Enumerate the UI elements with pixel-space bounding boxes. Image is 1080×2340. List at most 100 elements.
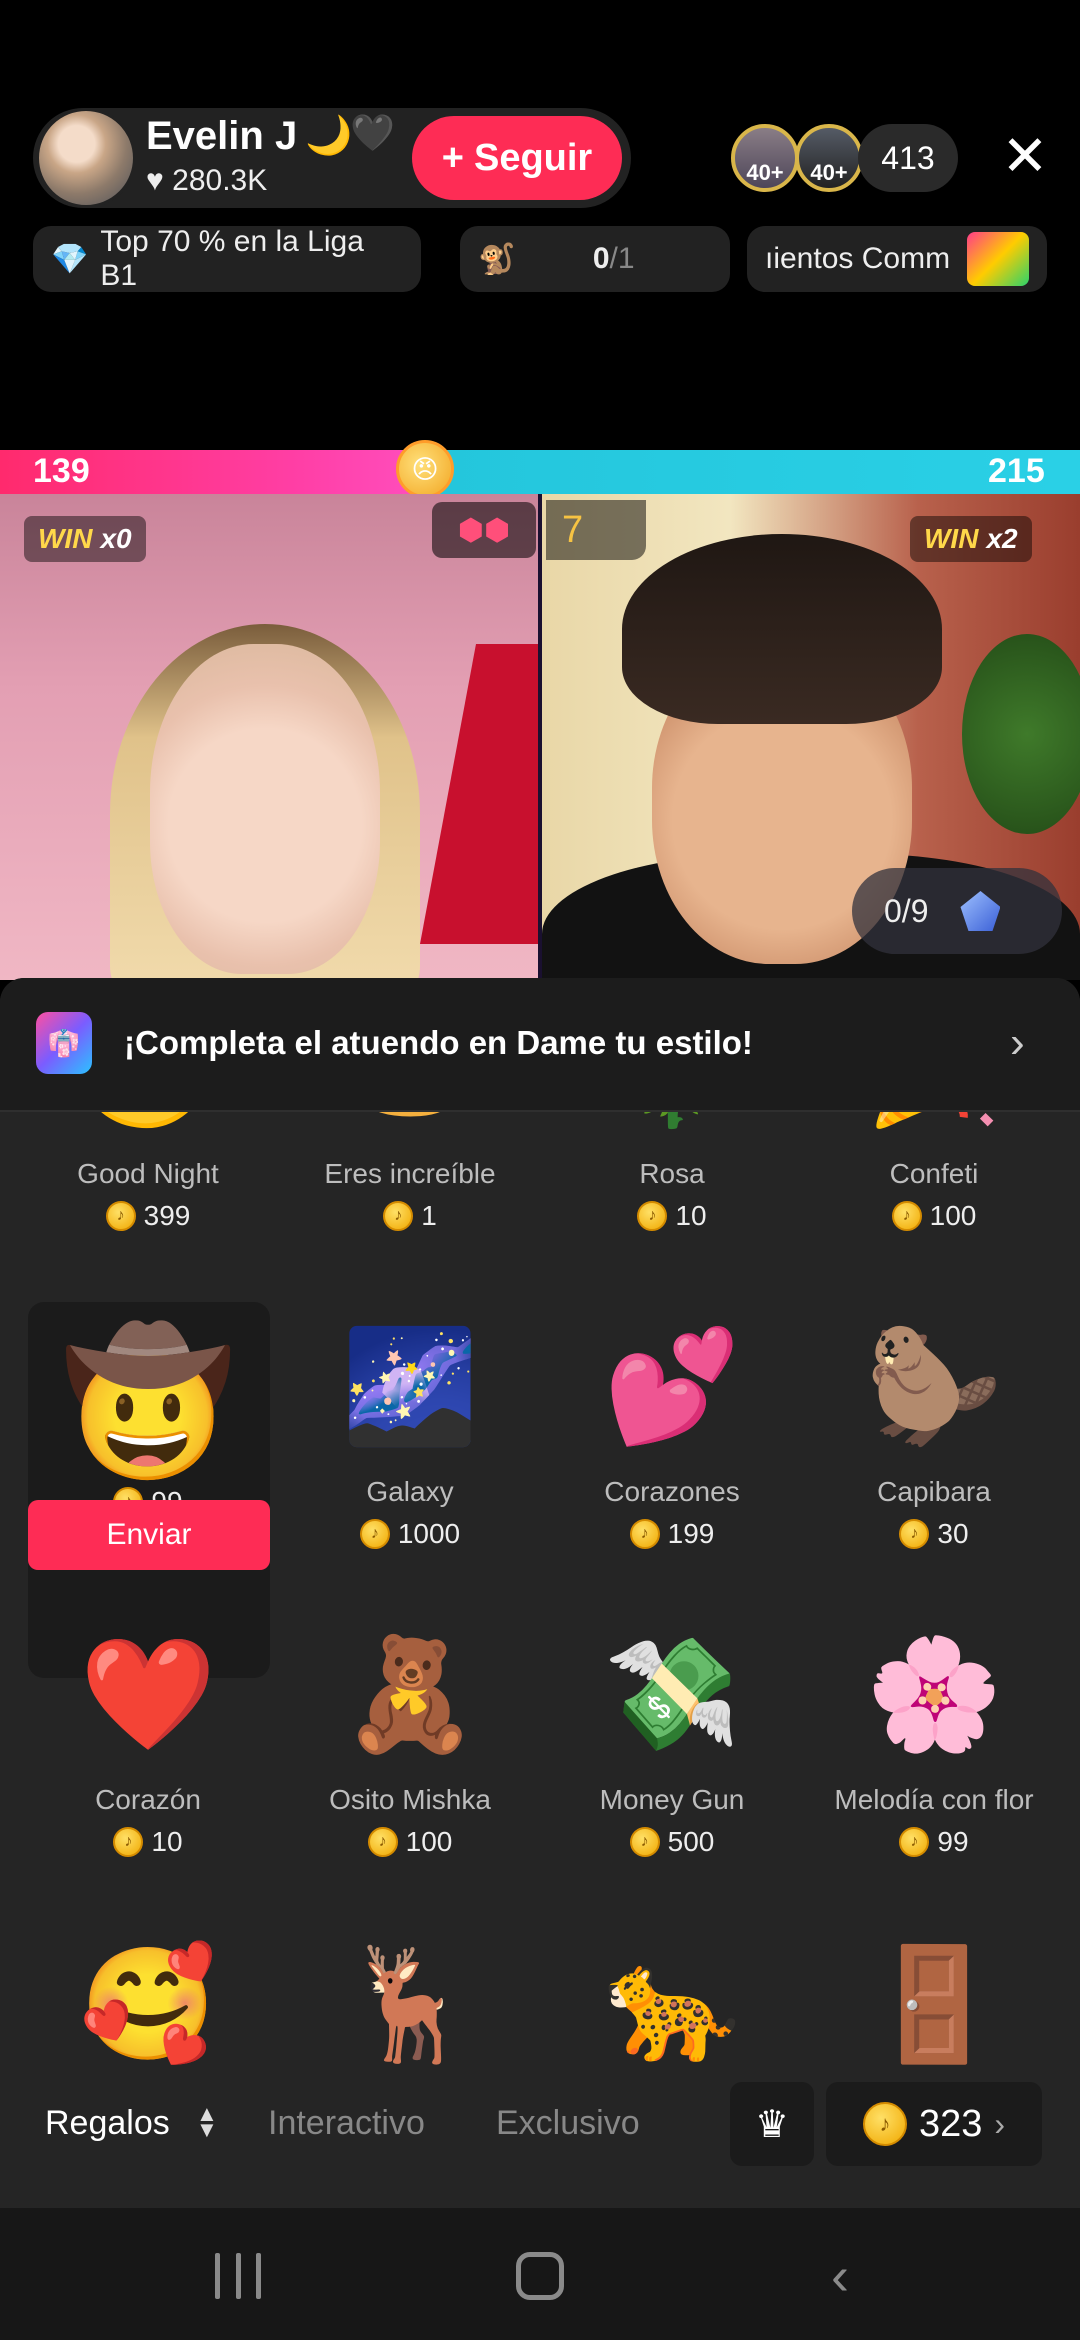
gift-item[interactable]: ❤️ Corazón ♪ 10 [17, 1620, 279, 1858]
gift-image-icon: 🌙 [73, 1112, 223, 1144]
tab-interactivo[interactable]: Interactivo [268, 2104, 425, 2143]
gift-item[interactable]: 🍩 Eres increíble ♪1 [279, 1112, 541, 1232]
chevron-right-icon: › [994, 2105, 1006, 2142]
gift-item[interactable]: 🐆 [541, 1930, 803, 2080]
gift-item[interactable]: 🤠♪99 [17, 1312, 279, 1518]
event-text: ıientos Comm [765, 242, 951, 275]
host-video-left[interactable] [0, 494, 538, 980]
gift-item[interactable]: 🌹 Rosa ♪10 [541, 1112, 803, 1232]
gift-price-value: 10 [675, 1200, 707, 1231]
tab-exclusivo[interactable]: Exclusivo [496, 2104, 640, 2143]
league-rank-pill[interactable]: 💎 Top 70 % en la Liga B1 [33, 225, 421, 292]
gift-name: Money Gun [599, 1784, 745, 1815]
event-pill[interactable]: ıientos Comm [747, 226, 1047, 292]
gift-image-icon: 💕 [603, 1325, 741, 1448]
gift-item[interactable]: 💕 Corazones ♪ 199 [541, 1312, 803, 1550]
gift-price: ♪99 [803, 1826, 1065, 1858]
angry-face-icon: 😠 [396, 440, 454, 498]
top-viewer-avatar-1[interactable]: 40+ [731, 124, 799, 192]
gift-item[interactable]: 🚪 [803, 1930, 1065, 2080]
viewer-level-badge: 40+ [746, 160, 784, 185]
sort-icon[interactable]: ▲ ▼ [196, 2103, 218, 2141]
task-progress-text: 0/9 [884, 892, 929, 929]
host-avatar[interactable] [36, 108, 136, 208]
league-rank-text: Top 70 % en la Liga B1 [100, 225, 364, 292]
coin-icon: ♪ [359, 1519, 390, 1549]
goal-progress-pill[interactable]: 🐒 0/1 [460, 226, 730, 292]
outfit-icon: 👘 [36, 1012, 92, 1074]
gift-price: ♪ 500 [541, 1826, 803, 1858]
gift-name: Confeti [889, 1158, 979, 1189]
gift-price: ♪ 10 [17, 1826, 279, 1858]
gift-image-icon: 💸 [603, 1633, 741, 1756]
gift-item[interactable]: 🌌 Galaxy ♪ 1000 [279, 1312, 541, 1550]
event-logo-icon [967, 232, 1029, 286]
gift-price: ♪ 1 [279, 1200, 541, 1232]
battle-score-right: 215 [988, 452, 1045, 490]
gift-image-icon: 🦌 [341, 1943, 479, 2066]
gift-price: ♪ 100 [803, 1200, 1065, 1232]
gift-image-icon: 🚪 [865, 1943, 1003, 2066]
crown-icon[interactable]: ♛ [730, 2082, 814, 2166]
battle-vs-icon: ⬢⬢ [432, 502, 536, 558]
gift-item[interactable]: 🦫 Capibara ♪ 30 [803, 1312, 1065, 1550]
gift-item[interactable]: 🎉 Confeti ♪100 [803, 1112, 1065, 1232]
gift-item[interactable]: 🌸 Melodía con flor ♪ 99 [803, 1620, 1065, 1858]
plus-icon: + [441, 136, 464, 179]
gift-image-icon: 🤠 [60, 1323, 236, 1480]
follow-button[interactable]: + Seguir [412, 116, 622, 200]
gift-image-icon: 🌹 [597, 1112, 747, 1144]
gift-item[interactable]: 💸 Money Gun ♪ 500 [541, 1620, 803, 1858]
gift-price-value: 500 [667, 1826, 715, 1857]
background-decor [420, 644, 538, 944]
task-progress-pill[interactable]: 0/9 [852, 868, 1062, 954]
viewer-level-badge: 40+ [810, 160, 848, 185]
gift-name: Rosa [639, 1158, 705, 1189]
coin-icon: ♪ [899, 1827, 930, 1857]
top-viewer-avatar-2[interactable]: 40+ [795, 124, 863, 192]
gift-item[interactable]: 🧸 Osito Mishka ♪ 100 [279, 1620, 541, 1858]
coin-icon: ♪ [629, 1827, 660, 1857]
coin-icon: ♪ [899, 1519, 930, 1549]
person-face [150, 644, 380, 974]
gift-image-icon: 🌸 [865, 1633, 1003, 1756]
viewer-count[interactable]: 413 [858, 124, 958, 192]
coin-icon: ♪ [862, 2102, 907, 2146]
gift-name: Galaxy [366, 1476, 454, 1507]
gift-name: Eres increíble [324, 1158, 496, 1189]
battle-score-left: 139 [33, 452, 90, 490]
close-icon[interactable]: ✕ [995, 126, 1055, 186]
gift-price: ♪ 30 [803, 1518, 1065, 1550]
coin-balance: 323 [918, 2102, 983, 2145]
coin-icon: ♪ [113, 1827, 144, 1857]
gift-item[interactable]: 🦌 [279, 1930, 541, 2080]
gift-image-icon: 🌌 [341, 1325, 479, 1448]
gift-grid: 🌙Good Night♪399🍩Eres increíble♪1🌹Rosa♪10… [0, 1112, 1080, 2082]
coin-icon: ♪ [367, 1827, 398, 1857]
home-icon[interactable] [500, 2236, 580, 2316]
gift-price-value: 100 [405, 1826, 453, 1857]
gift-item[interactable]: 🌙 Good Night ♪399 [17, 1112, 279, 1232]
recent-apps-icon[interactable] [198, 2236, 278, 2316]
gift-image-icon: 🍩 [335, 1112, 485, 1144]
gift-price-value: 100 [929, 1200, 977, 1231]
gift-image-icon: 🥰 [79, 1943, 217, 2066]
diamond-icon: 💎 [51, 242, 89, 276]
host-name: Evelin J [146, 114, 298, 158]
gift-price: ♪ 1000 [279, 1518, 541, 1550]
back-icon[interactable]: ‹ [800, 2236, 880, 2316]
gift-item[interactable]: 🥰 [17, 1930, 279, 2080]
coin-balance-button[interactable]: ♪ 323 › [826, 2082, 1042, 2166]
gift-price: ♪ 100 [279, 1826, 541, 1858]
chevron-right-icon[interactable]: › [1010, 1018, 1025, 1068]
gift-name: Melodía con flor [834, 1784, 1034, 1815]
goal-avatar-icon: 🐒 [478, 242, 516, 276]
tab-regalos[interactable]: Regalos [45, 2104, 170, 2143]
plant-decor [962, 634, 1080, 834]
opponent-streak-number: 7 [546, 500, 646, 560]
coin-icon: ♪ [891, 1201, 922, 1231]
gift-price-value: 1 [421, 1200, 437, 1231]
person-hair [622, 534, 942, 724]
send-gift-button[interactable]: Enviar [28, 1500, 270, 1570]
gift-name: Osito Mishka [329, 1784, 491, 1815]
